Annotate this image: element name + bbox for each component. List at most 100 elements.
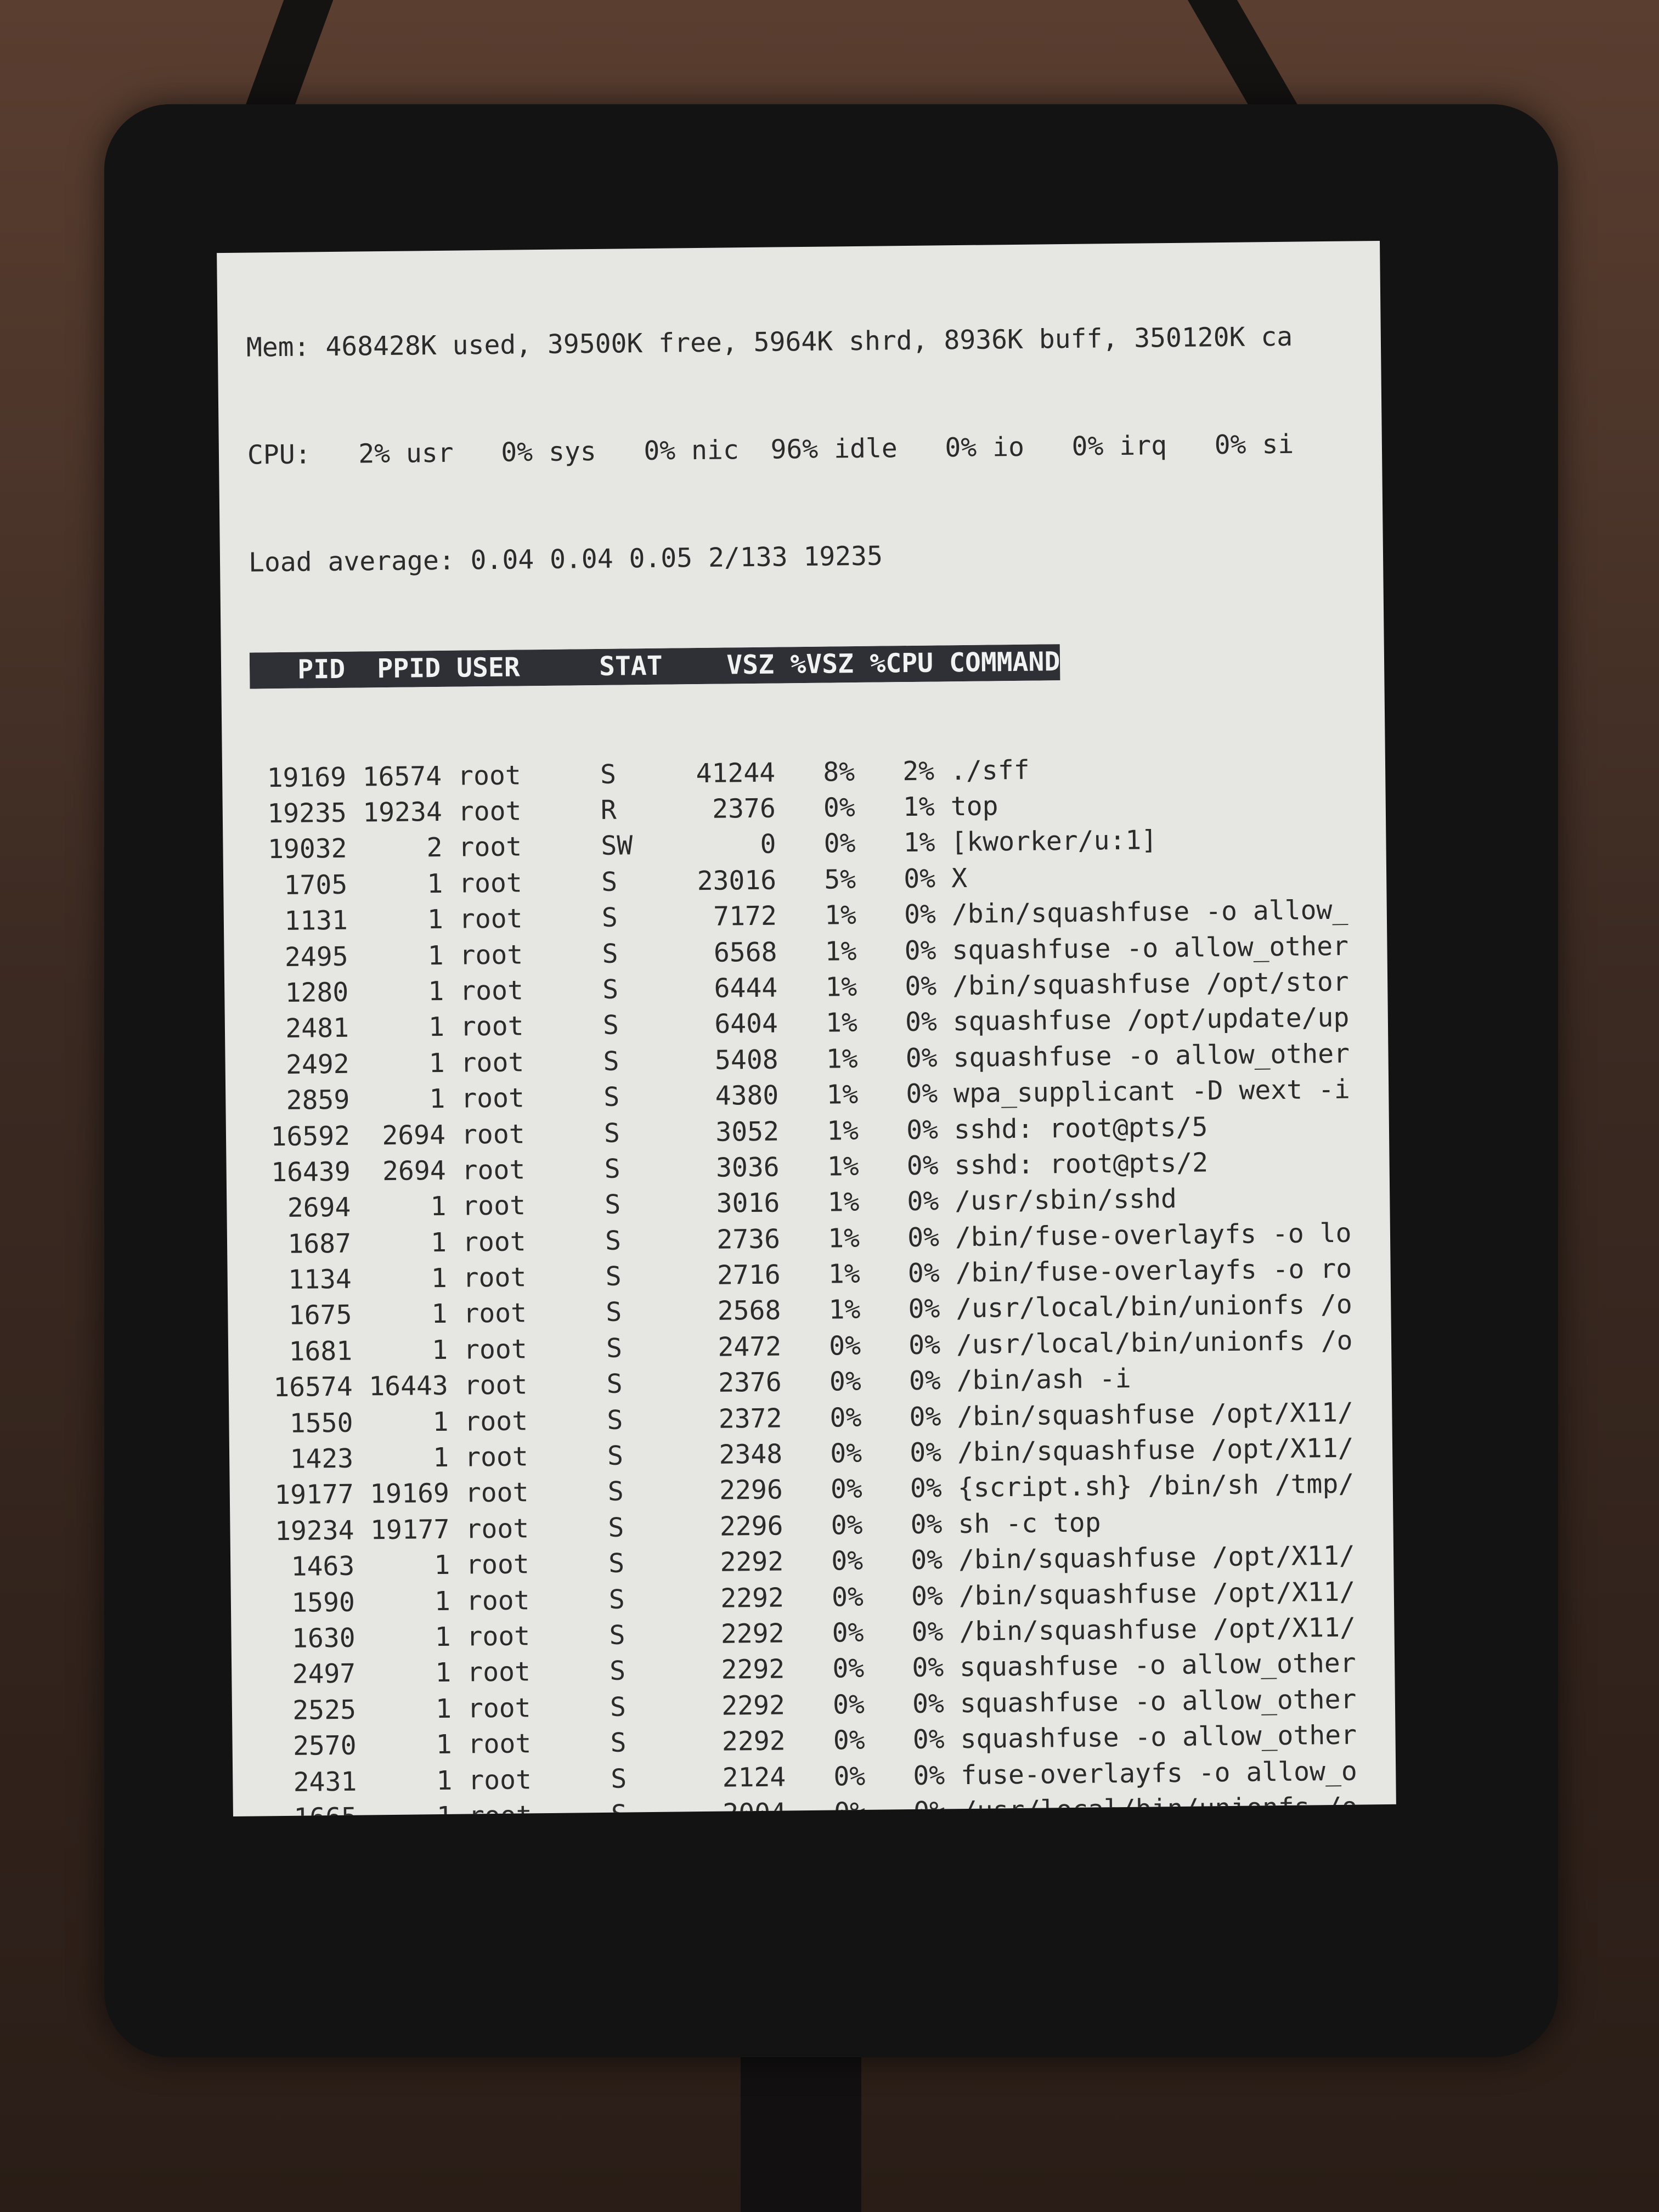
load-average: Load average: 0.04 0.04 0.05 2/133 19235: [248, 540, 883, 578]
vsz-percent-cell: 0%: [833, 1725, 865, 1756]
eink-screen: Mem: 468428K used, 39500K free, 5964K sh…: [217, 240, 1396, 1817]
cpu-percent-cell: 1%: [902, 791, 935, 823]
vsz-cell: 41244: [696, 757, 776, 789]
stat-cell: S: [602, 938, 618, 969]
pid-cell: 2859: [286, 1084, 350, 1116]
user-cell: root: [461, 1154, 526, 1186]
ppid-cell: 1: [427, 904, 444, 935]
ppid-cell: 1: [431, 1299, 448, 1330]
command-cell: sshd: root@pts/2: [954, 1147, 1209, 1181]
stat-cell: S: [608, 1584, 625, 1615]
vsz-cell: 2292: [721, 1654, 785, 1686]
user-cell: root: [462, 1190, 526, 1222]
stat-cell: S: [607, 1404, 623, 1436]
user-cell: root: [467, 1728, 532, 1760]
cpu-percent-cell: 0%: [905, 1006, 938, 1038]
vsz-cell: 2296: [719, 1510, 783, 1542]
ppid-cell: 1: [436, 1729, 452, 1760]
command-cell: ./sff: [950, 754, 1030, 786]
stat-cell: R: [600, 794, 617, 826]
pid-cell: 1665: [262, 1800, 358, 1816]
vsz-percent-cell: 0%: [832, 1653, 865, 1684]
vsz-cell: 4380: [715, 1080, 779, 1111]
cpu-percent-cell: 0%: [909, 1365, 941, 1397]
stat-cell: S: [607, 1476, 624, 1508]
ppid-cell: 2694: [382, 1155, 446, 1187]
vsz-percent-cell: 0%: [828, 1330, 861, 1362]
command-cell: X: [951, 862, 968, 894]
vsz-percent-cell: 0%: [833, 1760, 866, 1792]
pid-cell: 19234: [274, 1515, 354, 1547]
vsz-cell: 6444: [714, 972, 778, 1004]
vsz-cell: 6568: [713, 936, 777, 968]
header-command: COMMAND: [949, 646, 1060, 679]
pid-cell: 2525: [292, 1694, 357, 1726]
user-cell: root: [463, 1297, 527, 1330]
user-cell: root: [458, 867, 523, 899]
cpu-percent-cell: 0%: [907, 1222, 940, 1253]
user-cell: root: [459, 939, 523, 971]
vsz-percent-cell: 1%: [828, 1294, 861, 1326]
header-user: USER: [456, 652, 520, 684]
ppid-cell: 2: [426, 832, 443, 864]
stat-cell: S: [602, 974, 619, 1005]
cpu-percent-cell: 0%: [912, 1652, 944, 1684]
vsz-percent-cell: 0%: [830, 1438, 862, 1469]
user-cell: root: [460, 1047, 524, 1079]
cpu-percent-cell: 0%: [904, 863, 936, 894]
cpu-percent-cell: 0%: [909, 1401, 941, 1432]
command-cell: /bin/squashfuse /opt/X11/: [957, 1432, 1354, 1468]
stat-cell: S: [610, 1691, 627, 1723]
vsz-cell: 2292: [720, 1618, 785, 1650]
cpu-percent-cell: 0%: [910, 1472, 943, 1504]
vsz-percent-cell: 1%: [827, 1187, 860, 1218]
user-cell: root: [458, 831, 522, 864]
pid-cell: 2495: [284, 941, 348, 973]
ppid-cell: 1: [426, 868, 443, 900]
pid-cell: 2492: [285, 1048, 349, 1080]
ppid-cell: 19177: [370, 1514, 450, 1546]
ppid-cell: 1: [432, 1406, 449, 1437]
pid-cell: 16574: [273, 1371, 353, 1403]
user-cell: root: [465, 1477, 529, 1509]
user-cell: root: [464, 1406, 528, 1437]
device-stand: [741, 2041, 861, 2212]
ppid-cell: 1: [431, 1334, 448, 1366]
ppid-cell: 1: [428, 1047, 445, 1079]
user-cell: root: [459, 975, 524, 1007]
vsz-percent-cell: 1%: [826, 1079, 859, 1110]
vsz-percent-cell: 1%: [825, 1007, 858, 1039]
vsz-cell: 0: [760, 828, 776, 860]
command-cell: /bin/squashfuse /opt/stor: [952, 966, 1349, 1002]
command-cell: squashfuse -o allow_other: [960, 1719, 1357, 1755]
cpu-percent-cell: 0%: [912, 1724, 945, 1756]
vsz-percent-cell: 5%: [824, 864, 856, 895]
stat-cell: S: [605, 1261, 622, 1292]
command-cell: /bin/squashfuse /opt/X11/: [957, 1397, 1354, 1432]
vsz-cell: 6404: [714, 1008, 778, 1040]
stat-cell: S: [604, 1153, 620, 1184]
cpu-percent-cell: 0%: [906, 1078, 938, 1110]
cpu-percent-cell: 0%: [906, 1114, 939, 1146]
cpu-percent-cell: 0%: [910, 1437, 942, 1469]
user-cell: root: [465, 1513, 529, 1545]
vsz-cell: 2296: [719, 1474, 783, 1506]
vsz-cell: 2372: [718, 1403, 782, 1435]
pid-cell: 19169: [267, 761, 347, 793]
header-pvsz: %VSZ: [790, 648, 854, 680]
pid-cell: 1423: [290, 1443, 354, 1475]
pid-cell: 1131: [284, 905, 348, 937]
command-cell: /usr/local/bin/unionfs /o: [956, 1289, 1353, 1324]
ppid-cell: 1: [427, 940, 444, 971]
stat-cell: S: [605, 1225, 622, 1256]
pid-cell: 1675: [288, 1300, 352, 1331]
command-cell: /bin/squashfuse /opt/X11/: [959, 1612, 1356, 1647]
vsz-percent-cell: 0%: [823, 792, 856, 823]
stat-cell: S: [605, 1189, 621, 1221]
user-cell: root: [459, 903, 523, 935]
vsz-percent-cell: 0%: [829, 1366, 862, 1397]
vsz-cell: 5408: [714, 1044, 778, 1076]
command-cell: squashfuse -o allow_other: [953, 1038, 1350, 1073]
pid-cell: 1687: [287, 1228, 352, 1260]
stat-cell: S: [602, 1009, 619, 1041]
